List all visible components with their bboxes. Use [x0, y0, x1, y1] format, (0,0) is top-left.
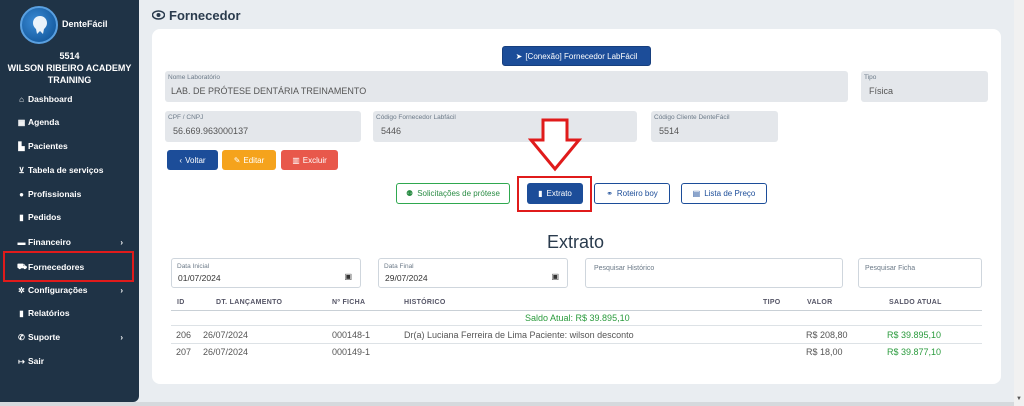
phone-icon: ✆: [18, 332, 25, 342]
col-historico: HISTÓRICO: [404, 299, 446, 306]
voltar-button[interactable]: ‹ Voltar: [167, 150, 218, 170]
gear-icon: ✲: [18, 285, 25, 295]
clinic-id: 5514: [59, 51, 80, 61]
logout-icon: ↦: [18, 356, 25, 366]
table-header: ID DT. LANÇAMENTO Nº FICHA HISTÓRICO TIP…: [171, 297, 982, 311]
table-row[interactable]: 206 26/07/2024 000148-1 Dr(a) Luciana Fe…: [171, 330, 982, 344]
file-icon: ▮: [19, 212, 24, 222]
tab-lista-preco[interactable]: ▤ Lista de Preço: [681, 183, 767, 204]
nome-laboratorio-field: Nome Laboratório LAB. DE PRÓTESE DENTÁRI…: [165, 71, 848, 102]
money-icon: ▬: [17, 237, 26, 247]
sidebar-item-configuracoes[interactable]: ✲ Configurações ›: [0, 279, 139, 301]
trash-icon: ▥: [292, 155, 300, 165]
data-inicial-input[interactable]: Data Inicial 01/07/2024 ▣: [171, 258, 361, 288]
sidebar-item-fornecedores[interactable]: ⛟ Fornecedores: [3, 251, 134, 282]
extrato-title: Extrato: [547, 232, 605, 252]
divider: [171, 343, 982, 344]
tab-extrato[interactable]: ▮ Extrato: [527, 183, 583, 204]
sidebar-item-dashboard[interactable]: ⌂ Dashboard: [0, 88, 139, 110]
scroll-down-icon[interactable]: ▼: [1016, 396, 1022, 402]
chevron-right-icon: ›: [120, 237, 123, 247]
vertical-scrollbar[interactable]: ▼: [1014, 0, 1024, 406]
price-list-icon: ▤: [692, 189, 701, 198]
pesquisar-ficha-input[interactable]: Pesquisar Ficha: [858, 258, 982, 288]
pesquisar-historico-input[interactable]: Pesquisar Histórico: [585, 258, 843, 288]
file-icon: ▮: [538, 189, 543, 198]
bottom-strip: [0, 402, 1014, 406]
sidebar-item-tabela-servicos[interactable]: ⊻ Tabela de serviços: [0, 159, 139, 181]
chevron-left-icon: ‹: [179, 155, 183, 165]
excluir-button[interactable]: ▥ Excluir: [281, 150, 338, 170]
page-header: Fornecedor: [151, 8, 241, 23]
col-saldo-atual: SALDO ATUAL: [889, 299, 942, 306]
file-icon: ▮: [19, 308, 24, 318]
user-icon: ●: [19, 189, 24, 199]
data-final-input[interactable]: Data Final 29/07/2024 ▣: [378, 258, 568, 288]
editar-button[interactable]: ✎ Editar: [222, 150, 276, 170]
eye-icon: [151, 8, 166, 23]
tab-solicitacoes-protese[interactable]: ⚉ Solicitações de prótese: [396, 183, 510, 204]
chevron-right-icon: ›: [120, 285, 123, 295]
divider: [171, 325, 982, 326]
user-plus-icon: ⚉: [406, 189, 414, 198]
sidebar: DenteFácil 5514 WILSON RIBEIRO ACADEMY T…: [0, 0, 139, 402]
dentefacil-logo-icon: [20, 6, 58, 44]
edit-icon: ✎: [233, 155, 241, 165]
codigo-cliente-field: Código Cliente DenteFácil 5514: [651, 111, 778, 142]
motorcycle-icon: ⚭: [606, 189, 613, 198]
cpf-cnpj-field: CPF / CNPJ 56.669.963000137: [165, 111, 361, 142]
page-title: Fornecedor: [169, 8, 241, 23]
brand-name: DenteFácil: [62, 19, 108, 29]
down-arrow-annotation-icon: [528, 118, 582, 172]
patients-icon: ▙: [18, 141, 25, 151]
clinic-name: WILSON RIBEIRO ACADEMY TRAINING: [7, 63, 132, 85]
codigo-fornecedor-field: Código Fornecedor Labfácil 5446: [373, 111, 637, 142]
sidebar-item-sair[interactable]: ↦ Sair: [0, 350, 139, 372]
sidebar-item-agenda[interactable]: ▦ Agenda: [0, 111, 139, 133]
saldo-atual: Saldo Atual: R$ 39.895,10: [525, 313, 630, 323]
calendar-icon[interactable]: ▣: [551, 272, 559, 281]
sidebar-item-profissionais[interactable]: ● Profissionais: [0, 183, 139, 205]
col-ficha: Nº FICHA: [332, 299, 366, 306]
sidebar-item-pedidos[interactable]: ▮ Pedidos: [0, 206, 139, 228]
truck-icon: ⛟: [17, 261, 28, 271]
sidebar-item-suporte[interactable]: ✆ Suporte ›: [0, 326, 139, 348]
conexao-fornecedor-button[interactable]: ➤ [Conexão] Fornecedor LabFácil: [502, 46, 651, 66]
tipo-field: Tipo Física: [861, 71, 988, 102]
home-icon: ⌂: [19, 94, 24, 104]
sidebar-item-financeiro[interactable]: ▬ Financeiro ›: [0, 231, 139, 253]
chevron-right-icon: ›: [120, 332, 123, 342]
calendar-icon[interactable]: ▣: [344, 272, 352, 281]
col-tipo: TIPO: [763, 299, 781, 306]
col-id: ID: [177, 299, 185, 306]
col-dt-lancamento: DT. LANÇAMENTO: [216, 299, 283, 306]
table-row[interactable]: 207 26/07/2024 000149-1 R$ 18,00 R$ 39.8…: [171, 347, 982, 361]
sidebar-item-pacientes[interactable]: ▙ Pacientes: [0, 135, 139, 157]
sidebar-item-relatorios[interactable]: ▮ Relatórios: [0, 302, 139, 324]
cart-icon: ⊻: [18, 165, 25, 175]
calendar-icon: ▦: [17, 117, 26, 127]
tab-roteiro-boy[interactable]: ⚭ Roteiro boy: [594, 183, 670, 204]
col-valor: VALOR: [807, 299, 833, 306]
send-icon: ➤: [515, 51, 523, 61]
